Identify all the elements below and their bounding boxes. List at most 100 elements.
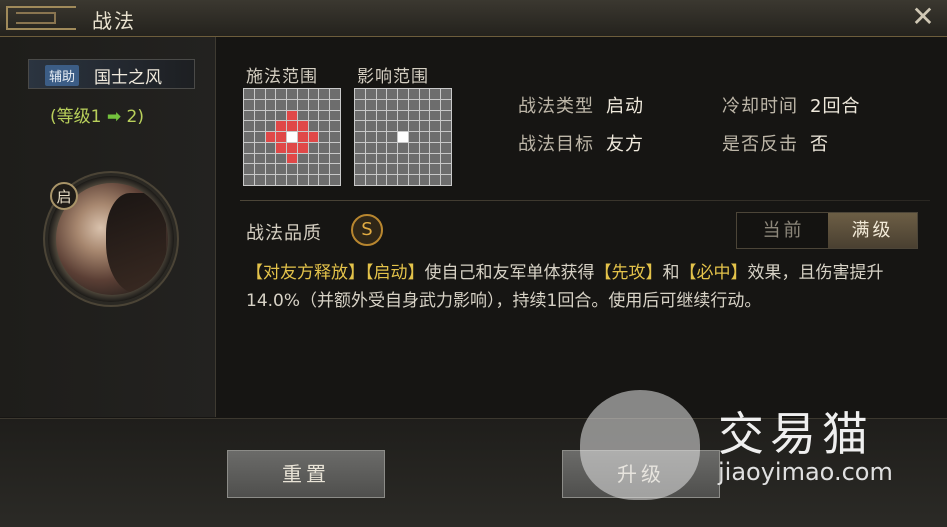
grid-cell — [365, 142, 376, 153]
counter-label: 是否反击 — [722, 134, 798, 155]
grid-cell — [441, 132, 451, 142]
grid-cell — [365, 153, 376, 164]
grid-cell — [365, 99, 376, 110]
effect-range-grid — [354, 88, 452, 186]
grid-cell — [355, 175, 365, 185]
grid-cell — [408, 175, 419, 185]
grid-cell — [419, 110, 430, 121]
grid-cell — [297, 164, 308, 175]
grid-cell — [430, 89, 441, 99]
grid-cell — [276, 121, 287, 132]
grid-cell — [265, 110, 276, 121]
skill-target-label: 战法目标 — [518, 134, 594, 155]
quality-grade-badge: S — [351, 214, 383, 246]
grid-cell — [254, 164, 265, 175]
grid-cell — [244, 142, 254, 153]
skill-category-badge: 辅助 — [45, 65, 80, 86]
grid-cell — [319, 164, 330, 175]
grid-cell — [441, 110, 451, 121]
grid-cell — [355, 164, 365, 175]
grid-cell — [387, 110, 398, 121]
grid-cell — [308, 121, 319, 132]
grid-cell — [254, 89, 265, 99]
grid-cell — [287, 89, 297, 99]
grid-cell — [297, 110, 308, 121]
grid-cell — [330, 110, 340, 121]
grid-cell — [365, 110, 376, 121]
grid-cell — [330, 99, 340, 110]
grid-cell — [319, 110, 330, 121]
grid-cell — [276, 89, 287, 99]
grid-cell — [319, 175, 330, 185]
tab-max-level[interactable]: 满级 — [828, 213, 917, 248]
grid-cell — [355, 132, 365, 142]
grid-cell — [408, 142, 419, 153]
grid-cell — [355, 89, 365, 99]
desc-keyword-sure-hit: 【必中】 — [679, 263, 748, 283]
grid-cell — [265, 142, 276, 153]
grid-cell — [330, 175, 340, 185]
counter-row: 是否反击否 — [722, 130, 829, 156]
grid-cell — [244, 121, 254, 132]
grid-cell — [276, 99, 287, 110]
skill-type-label: 战法类型 — [518, 96, 594, 117]
grid-cell — [330, 164, 340, 175]
grid-cell — [244, 164, 254, 175]
skill-target-row: 战法目标 友方 — [518, 130, 644, 156]
grid-cell — [408, 153, 419, 164]
grid-cell — [287, 153, 297, 164]
grid-cell — [287, 132, 297, 142]
grid-cell — [319, 121, 330, 132]
grid-cell — [265, 132, 276, 142]
grid-cell — [319, 99, 330, 110]
grid-cell — [430, 153, 441, 164]
grid-cell — [254, 132, 265, 142]
grid-cell — [408, 89, 419, 99]
grid-cell — [398, 164, 408, 175]
grid-cell — [355, 142, 365, 153]
reset-button[interactable]: 重置 — [227, 450, 385, 498]
grid-cell — [441, 89, 451, 99]
grid-cell — [355, 121, 365, 132]
grid-cell — [430, 175, 441, 185]
grid-cell — [419, 164, 430, 175]
grid-cell — [376, 164, 387, 175]
grid-cell — [376, 142, 387, 153]
grid-cell — [308, 175, 319, 185]
grid-cell — [265, 164, 276, 175]
grid-cell — [297, 121, 308, 132]
grid-cell — [430, 142, 441, 153]
grid-cell — [276, 142, 287, 153]
grid-cell — [419, 153, 430, 164]
grid-cell — [265, 121, 276, 132]
grid-cell — [376, 121, 387, 132]
grid-cell — [265, 89, 276, 99]
grid-cell — [398, 153, 408, 164]
grid-cell — [398, 132, 408, 142]
grid-cell — [319, 142, 330, 153]
grid-cell — [419, 142, 430, 153]
grid-cell — [297, 99, 308, 110]
grid-cell — [355, 153, 365, 164]
grid-cell — [419, 121, 430, 132]
grid-cell — [308, 153, 319, 164]
grid-cell — [330, 142, 340, 153]
close-icon[interactable]: ✕ — [909, 2, 937, 32]
grid-cell — [297, 153, 308, 164]
grid-cell — [398, 99, 408, 110]
skill-type-value: 启动 — [606, 96, 644, 117]
section-divider — [240, 200, 930, 201]
skill-type-row: 战法类型 启动 — [518, 92, 644, 118]
tab-current[interactable]: 当前 — [739, 213, 828, 248]
grid-cell — [387, 153, 398, 164]
watermark-cat-icon — [580, 390, 700, 500]
grid-cell — [365, 175, 376, 185]
grid-cell — [441, 142, 451, 153]
level-from: (等级1 — [50, 107, 102, 127]
grid-cell — [408, 110, 419, 121]
grid-cell — [287, 121, 297, 132]
grid-cell — [297, 89, 308, 99]
grid-cell — [287, 142, 297, 153]
effect-range-label: 影响范围 — [357, 67, 429, 87]
grid-cell — [387, 164, 398, 175]
